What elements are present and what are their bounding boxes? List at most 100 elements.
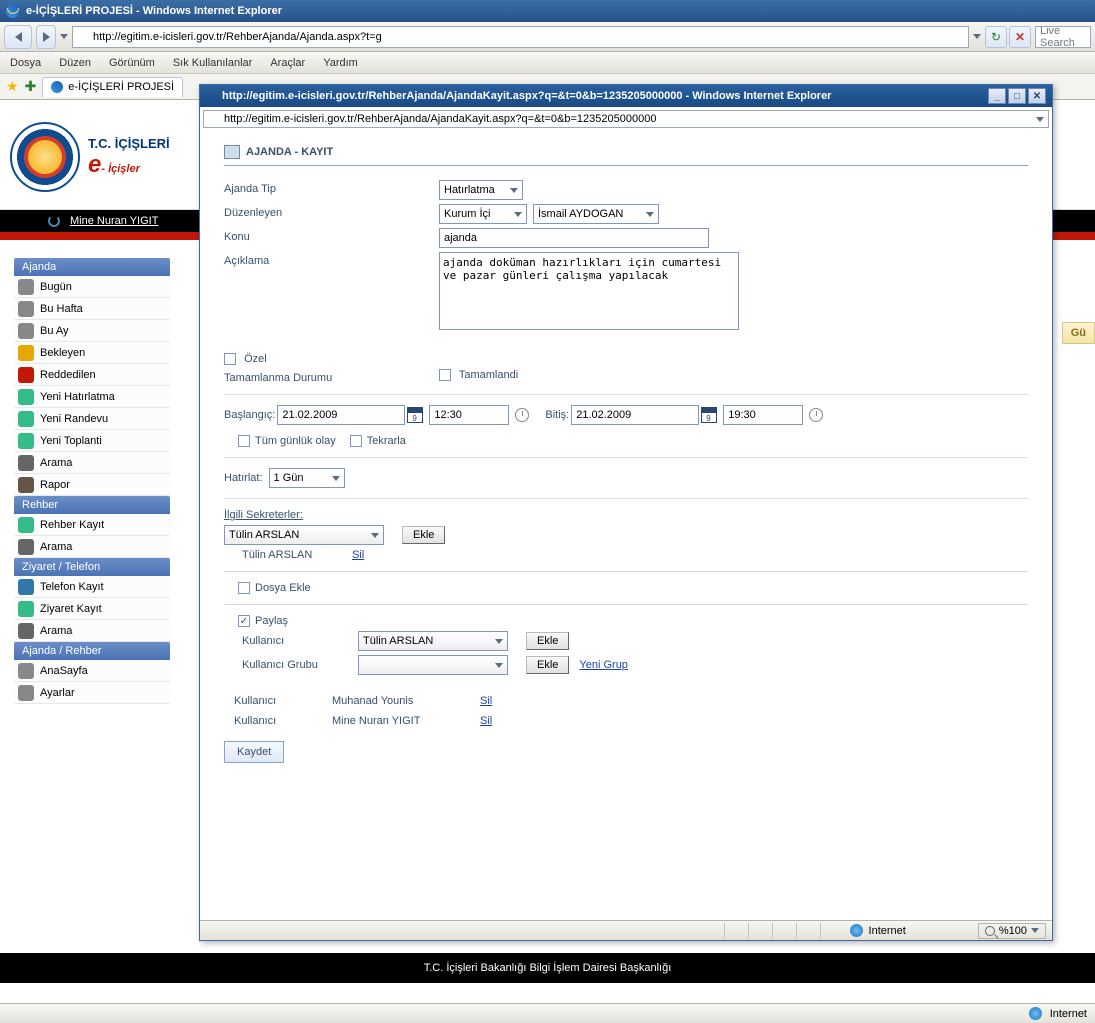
favorites-star-icon[interactable]: ★ <box>6 78 19 95</box>
calendar-icon[interactable] <box>407 407 423 423</box>
zoom-control[interactable]: %100 <box>978 923 1046 939</box>
menu-yardim[interactable]: Yardım <box>323 57 358 69</box>
sidebar-item[interactable]: Bu Hafta <box>14 298 170 320</box>
sidebar-item-label: Bekleyen <box>40 347 85 359</box>
sidebar-item[interactable]: Ayarlar <box>14 682 170 704</box>
minimize-button[interactable]: _ <box>988 88 1006 104</box>
ekle-sekreter-button[interactable]: Ekle <box>402 526 445 544</box>
url-dropdown-icon[interactable] <box>973 34 981 39</box>
label-kullanici: Kullanıcı <box>242 635 358 647</box>
sidebar-item-icon <box>18 579 34 595</box>
sidebar-item-icon <box>18 539 34 555</box>
select-ajanda-tip[interactable]: Hatırlatma <box>439 180 523 200</box>
sidebar-item-icon <box>18 411 34 427</box>
yeni-grup-link[interactable]: Yeni Grup <box>579 659 628 671</box>
select-duzenleyen-kisi[interactable]: İsmail AYDOGAN <box>533 204 659 224</box>
sidebar-item[interactable]: Ziyaret Kayıt <box>14 598 170 620</box>
shared-user-row: Kullanıcı Muhanad Younis Sil <box>224 691 1028 711</box>
sidebar-item[interactable]: Arama <box>14 620 170 642</box>
clock-icon[interactable] <box>809 408 823 422</box>
footer-text: T.C. İçişleri Bakanlığı Bilgi İşlem Dair… <box>424 962 672 974</box>
label-ilgili-sekreter: İlgili Sekreterler: <box>224 509 1028 521</box>
sidebar-item[interactable]: Arama <box>14 452 170 474</box>
menu-duzen[interactable]: Düzen <box>59 57 91 69</box>
sidebar-item[interactable]: Yeni Randevu <box>14 408 170 430</box>
sil-shared-link[interactable]: Sil <box>480 715 492 727</box>
tab-page-icon <box>51 81 63 93</box>
browser-tab[interactable]: e-İÇİŞLERİ PROJESİ <box>42 77 183 97</box>
sidebar-item[interactable]: Bu Ay <box>14 320 170 342</box>
ministry-seal-icon <box>10 122 80 192</box>
input-bas-time[interactable] <box>429 405 509 425</box>
footer-bar: T.C. İçişleri Bakanlığı Bilgi İşlem Dair… <box>0 953 1095 983</box>
right-badge: Gü <box>1062 322 1095 344</box>
forward-button[interactable] <box>36 25 56 49</box>
search-box[interactable]: Live Search <box>1035 26 1091 48</box>
address-bar[interactable]: http://egitim.e-icisleri.gov.tr/RehberAj… <box>72 26 969 48</box>
sidebar-item-label: Arama <box>40 625 72 637</box>
sidebar-item[interactable]: AnaSayfa <box>14 660 170 682</box>
chevron-down-icon[interactable] <box>60 34 68 39</box>
checkbox-paylas[interactable] <box>238 615 250 627</box>
checkbox-tamamlandi[interactable] <box>439 369 451 381</box>
label-konu: Konu <box>224 228 439 243</box>
sidebar-section: Rehber <box>14 496 170 514</box>
input-bas-date[interactable] <box>277 405 405 425</box>
checkbox-tekrarla[interactable] <box>350 435 362 447</box>
popup-address-bar[interactable]: http://egitim.e-icisleri.gov.tr/RehberAj… <box>203 110 1049 128</box>
checkbox-tum-gunluk[interactable] <box>238 435 250 447</box>
checkbox-dosya-ekle[interactable] <box>238 582 250 594</box>
add-favorite-icon[interactable]: ✚ <box>25 78 37 95</box>
sil-sekreter-link[interactable]: Sil <box>352 549 364 561</box>
sidebar-item-icon <box>18 323 34 339</box>
menu-dosya[interactable]: Dosya <box>10 57 41 69</box>
chevron-down-icon <box>332 476 340 481</box>
sil-shared-link[interactable]: Sil <box>480 695 492 707</box>
input-bit-date[interactable] <box>571 405 699 425</box>
sidebar-item[interactable]: Rapor <box>14 474 170 496</box>
label-kullanici-grubu: Kullanıcı Grubu <box>242 659 358 671</box>
site-brand: e- İçişler <box>88 151 170 179</box>
shared-type: Kullanıcı <box>234 695 314 707</box>
sidebar-item[interactable]: Rehber Kayıt <box>14 514 170 536</box>
username-link[interactable]: Mine Nuran YIGIT <box>70 215 158 227</box>
menu-sik[interactable]: Sık Kullanılanlar <box>173 57 253 69</box>
select-sekreter[interactable]: Tülin ARSLAN <box>224 525 384 545</box>
calendar-icon[interactable] <box>701 407 717 423</box>
shared-name: Muhanad Younis <box>332 695 462 707</box>
sidebar-item[interactable]: Yeni Hatırlatma <box>14 386 170 408</box>
ekle-grup-button[interactable]: Ekle <box>526 656 569 674</box>
sidebar-item-label: Rapor <box>40 479 70 491</box>
sidebar-item[interactable]: Bugün <box>14 276 170 298</box>
stop-button[interactable]: ✕ <box>1009 26 1031 48</box>
checkbox-ozel[interactable] <box>224 353 236 365</box>
maximize-button[interactable]: □ <box>1008 88 1026 104</box>
select-hatirlat[interactable]: 1 Gün <box>269 468 345 488</box>
close-button[interactable]: ✕ <box>1028 88 1046 104</box>
chevron-down-icon <box>510 188 518 193</box>
chevron-down-icon[interactable] <box>1036 117 1044 122</box>
input-konu[interactable] <box>439 228 709 248</box>
ekle-kullanici-button[interactable]: Ekle <box>526 632 569 650</box>
select-duzenleyen-scope[interactable]: Kurum İçi <box>439 204 527 224</box>
menu-gorunum[interactable]: Görünüm <box>109 57 155 69</box>
sidebar-item[interactable]: Arama <box>14 536 170 558</box>
menu-araclar[interactable]: Araçlar <box>270 57 305 69</box>
sidebar-item[interactable]: Bekleyen <box>14 342 170 364</box>
main-window-title: e-İÇİŞLERİ PROJESİ - Windows Internet Ex… <box>26 5 282 17</box>
kaydet-button[interactable]: Kaydet <box>224 741 284 763</box>
select-kullanici-grubu[interactable] <box>358 655 508 675</box>
label-dosya-ekle: Dosya Ekle <box>255 582 311 594</box>
textarea-aciklama[interactable]: ajanda doküman hazırlıkları için cumarte… <box>439 252 739 330</box>
sidebar: AjandaBugünBu HaftaBu AyBekleyenReddedil… <box>0 240 170 940</box>
sidebar-item[interactable]: Reddedilen <box>14 364 170 386</box>
sidebar-item[interactable]: Telefon Kayıt <box>14 576 170 598</box>
back-button[interactable] <box>4 25 32 49</box>
select-kullanici[interactable]: Tülin ARSLAN <box>358 631 508 651</box>
sidebar-item-label: Yeni Hatırlatma <box>40 391 115 403</box>
refresh-button[interactable]: ↻ <box>985 26 1007 48</box>
input-bit-time[interactable] <box>723 405 803 425</box>
sidebar-item[interactable]: Yeni Toplanti <box>14 430 170 452</box>
sidebar-item-icon <box>18 433 34 449</box>
clock-icon[interactable] <box>515 408 529 422</box>
